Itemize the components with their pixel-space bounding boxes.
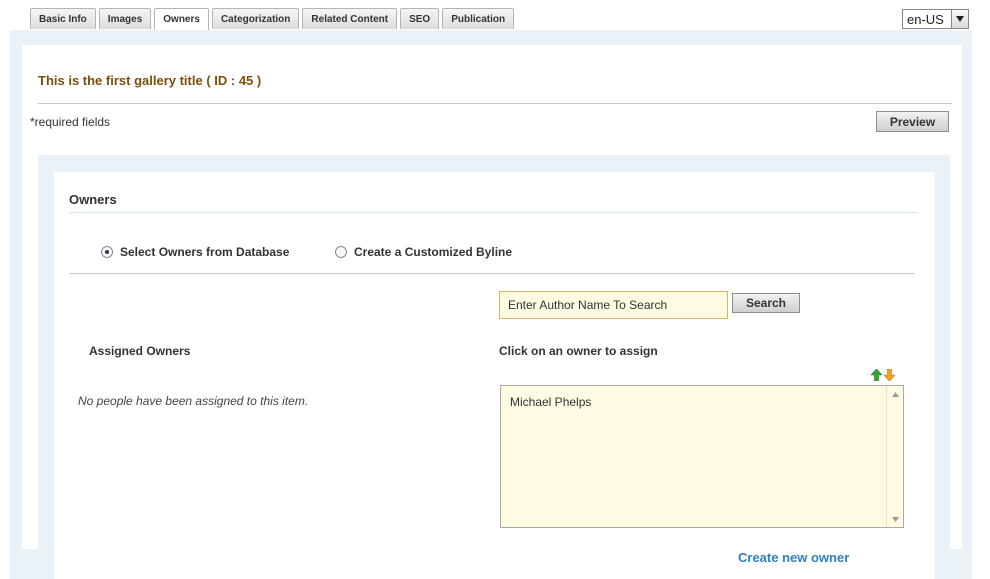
arrow-down-icon[interactable] — [883, 368, 896, 382]
radio-custom-byline[interactable]: Create a Customized Byline — [335, 245, 512, 259]
sort-controls — [870, 368, 896, 382]
available-owners-heading: Click on an owner to assign — [499, 344, 658, 358]
language-select[interactable]: en-US — [902, 9, 969, 29]
author-search-input[interactable]: Enter Author Name To Search — [499, 291, 728, 319]
radio-label: Select Owners from Database — [120, 245, 290, 259]
available-owners-list[interactable]: Michael Phelps — [500, 385, 904, 528]
scroll-down-icon[interactable] — [887, 511, 903, 527]
tab-publication[interactable]: Publication — [442, 8, 515, 29]
required-fields-text: required fields — [34, 115, 111, 129]
radio-select-from-database[interactable]: Select Owners from Database — [101, 245, 289, 259]
chevron-down-icon[interactable] — [952, 9, 969, 29]
assigned-owners-heading: Assigned Owners — [89, 344, 191, 358]
tab-basic-info[interactable]: Basic Info — [30, 8, 96, 29]
radio-label: Create a Customized Byline — [354, 245, 513, 259]
section-title: Owners — [69, 192, 117, 207]
tab-related-content[interactable]: Related Content — [302, 8, 398, 29]
scrollbar[interactable] — [886, 386, 903, 527]
tab-seo[interactable]: SEO — [400, 8, 440, 29]
create-new-owner-link[interactable]: Create new owner — [738, 550, 849, 565]
page-title: This is the first gallery title ( ID : 4… — [38, 73, 262, 88]
radio-checked[interactable] — [101, 246, 113, 258]
empty-assigned-note: No people have been assigned to this ite… — [78, 394, 309, 408]
radio-unchecked[interactable] — [335, 246, 347, 258]
tab-images[interactable]: Images — [98, 8, 152, 29]
divider — [69, 212, 917, 213]
required-fields-note: *required fields — [30, 115, 110, 129]
language-value: en-US — [902, 9, 952, 29]
list-item[interactable]: Michael Phelps — [510, 395, 591, 409]
tab-categorization[interactable]: Categorization — [211, 8, 300, 29]
preview-button[interactable]: Preview — [876, 111, 949, 132]
scroll-up-icon[interactable] — [887, 386, 903, 402]
search-button[interactable]: Search — [732, 293, 800, 313]
tab-owners[interactable]: Owners — [154, 8, 209, 30]
divider — [38, 103, 952, 104]
divider — [69, 273, 915, 274]
tab-bar: Basic Info Images Owners Categorization … — [30, 8, 517, 30]
arrow-up-icon[interactable] — [870, 368, 883, 382]
